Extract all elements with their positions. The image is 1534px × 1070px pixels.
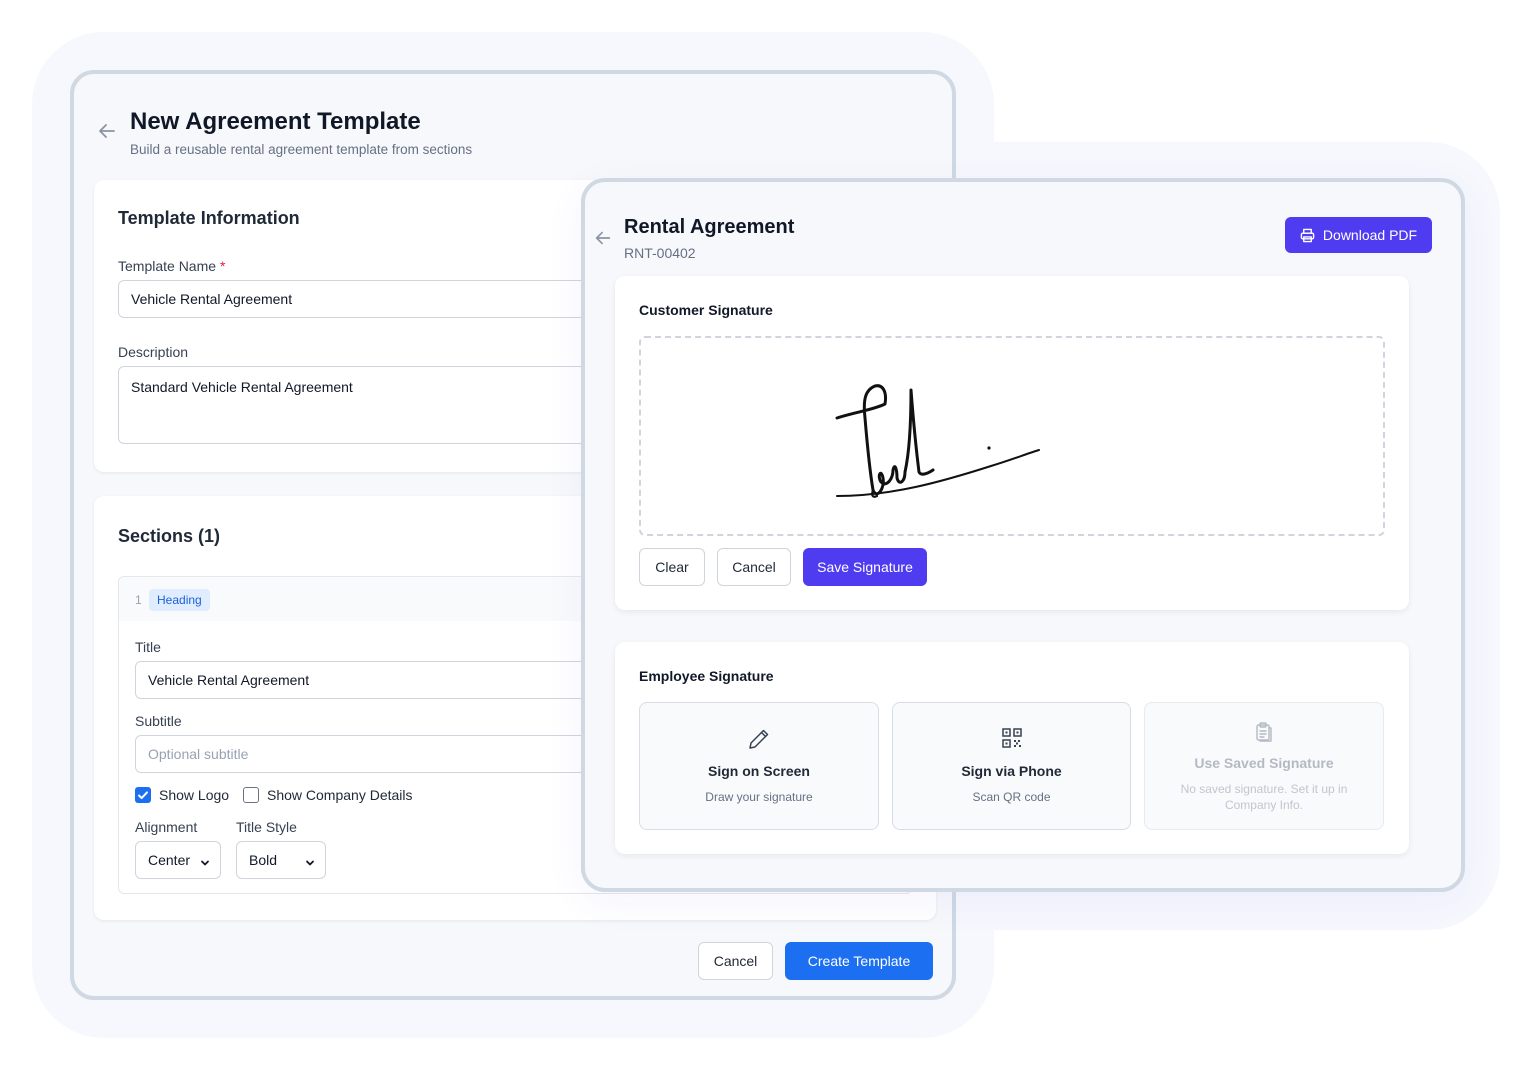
download-pdf-button[interactable]: Download PDF [1285, 217, 1432, 253]
customer-signature-heading: Customer Signature [639, 302, 773, 318]
alignment-label: Alignment [135, 819, 198, 835]
rental-agreement-window: Rental Agreement RNT-00402 Download PDF … [581, 178, 1465, 892]
page-subtitle: Build a reusable rental agreement templa… [130, 142, 473, 157]
option-description: Scan QR code [972, 790, 1051, 804]
back-arrow-icon[interactable] [593, 228, 613, 253]
signature-pad[interactable] [639, 336, 1385, 536]
clear-button[interactable]: Clear [639, 548, 705, 586]
option-title: Sign via Phone [961, 763, 1062, 779]
download-pdf-label: Download PDF [1322, 227, 1418, 243]
title-style-value: Bold [249, 852, 278, 868]
template-name-label: Template Name * [118, 258, 225, 274]
employee-signature-card: Employee Signature Sign on Screen Draw y… [615, 642, 1409, 854]
template-name-value: Vehicle Rental Agreement [131, 291, 293, 307]
option-description: No saved signature. Set it up in Company… [1180, 782, 1348, 812]
back-arrow-icon[interactable] [96, 120, 118, 142]
subtitle-label: Subtitle [135, 713, 182, 729]
card-heading: Template Information [118, 208, 300, 228]
subtitle-placeholder: Optional subtitle [148, 746, 249, 762]
option-title: Sign on Screen [708, 763, 810, 779]
title-style-label: Title Style [236, 819, 297, 835]
agreement-title: Rental Agreement [624, 216, 795, 238]
employee-signature-heading: Employee Signature [639, 668, 774, 684]
save-signature-button[interactable]: Save Signature [803, 548, 927, 586]
agreement-reference: RNT-00402 [624, 245, 696, 261]
cancel-signature-button[interactable]: Cancel [717, 548, 791, 586]
clipboard-icon [1145, 721, 1383, 743]
chevron-down-icon [200, 855, 210, 871]
show-logo-checkbox[interactable] [135, 787, 151, 803]
title-label: Title [135, 639, 161, 655]
qr-code-icon [893, 727, 1130, 749]
sign-on-screen-option[interactable]: Sign on Screen Draw your signature [639, 702, 879, 830]
page-title: New Agreement Template [130, 108, 421, 135]
sign-via-phone-option[interactable]: Sign via Phone Scan QR code [892, 702, 1131, 830]
use-saved-signature-option: Use Saved Signature No saved signature. … [1144, 702, 1384, 830]
printer-icon [1300, 228, 1315, 243]
chevron-down-icon [305, 855, 315, 871]
title-style-select[interactable]: Bold [236, 841, 326, 879]
description-label: Description [118, 344, 189, 360]
section-title-value: Vehicle Rental Agreement [148, 672, 310, 688]
signature-drawing [835, 384, 1040, 498]
show-company-details-label: Show Company Details [267, 787, 413, 803]
alignment-value: Center [148, 852, 191, 868]
create-template-button[interactable]: Create Template [785, 942, 933, 980]
section-type-badge: Heading [149, 589, 210, 611]
cancel-button[interactable]: Cancel [698, 942, 773, 980]
show-logo-label: Show Logo [159, 787, 230, 803]
required-mark: * [219, 258, 226, 274]
pencil-icon [640, 727, 878, 751]
show-company-details-checkbox[interactable] [243, 787, 259, 803]
alignment-select[interactable]: Center [135, 841, 221, 879]
option-title: Use Saved Signature [1194, 755, 1334, 771]
option-description: Draw your signature [705, 790, 813, 804]
description-value: Standard Vehicle Rental Agreement [131, 379, 353, 395]
template-name-label-text: Template Name [118, 258, 217, 274]
section-number: 1 [135, 593, 142, 607]
sections-heading: Sections (1) [118, 526, 221, 546]
customer-signature-card: Customer Signature Clear Cancel Save Sig… [615, 276, 1409, 610]
